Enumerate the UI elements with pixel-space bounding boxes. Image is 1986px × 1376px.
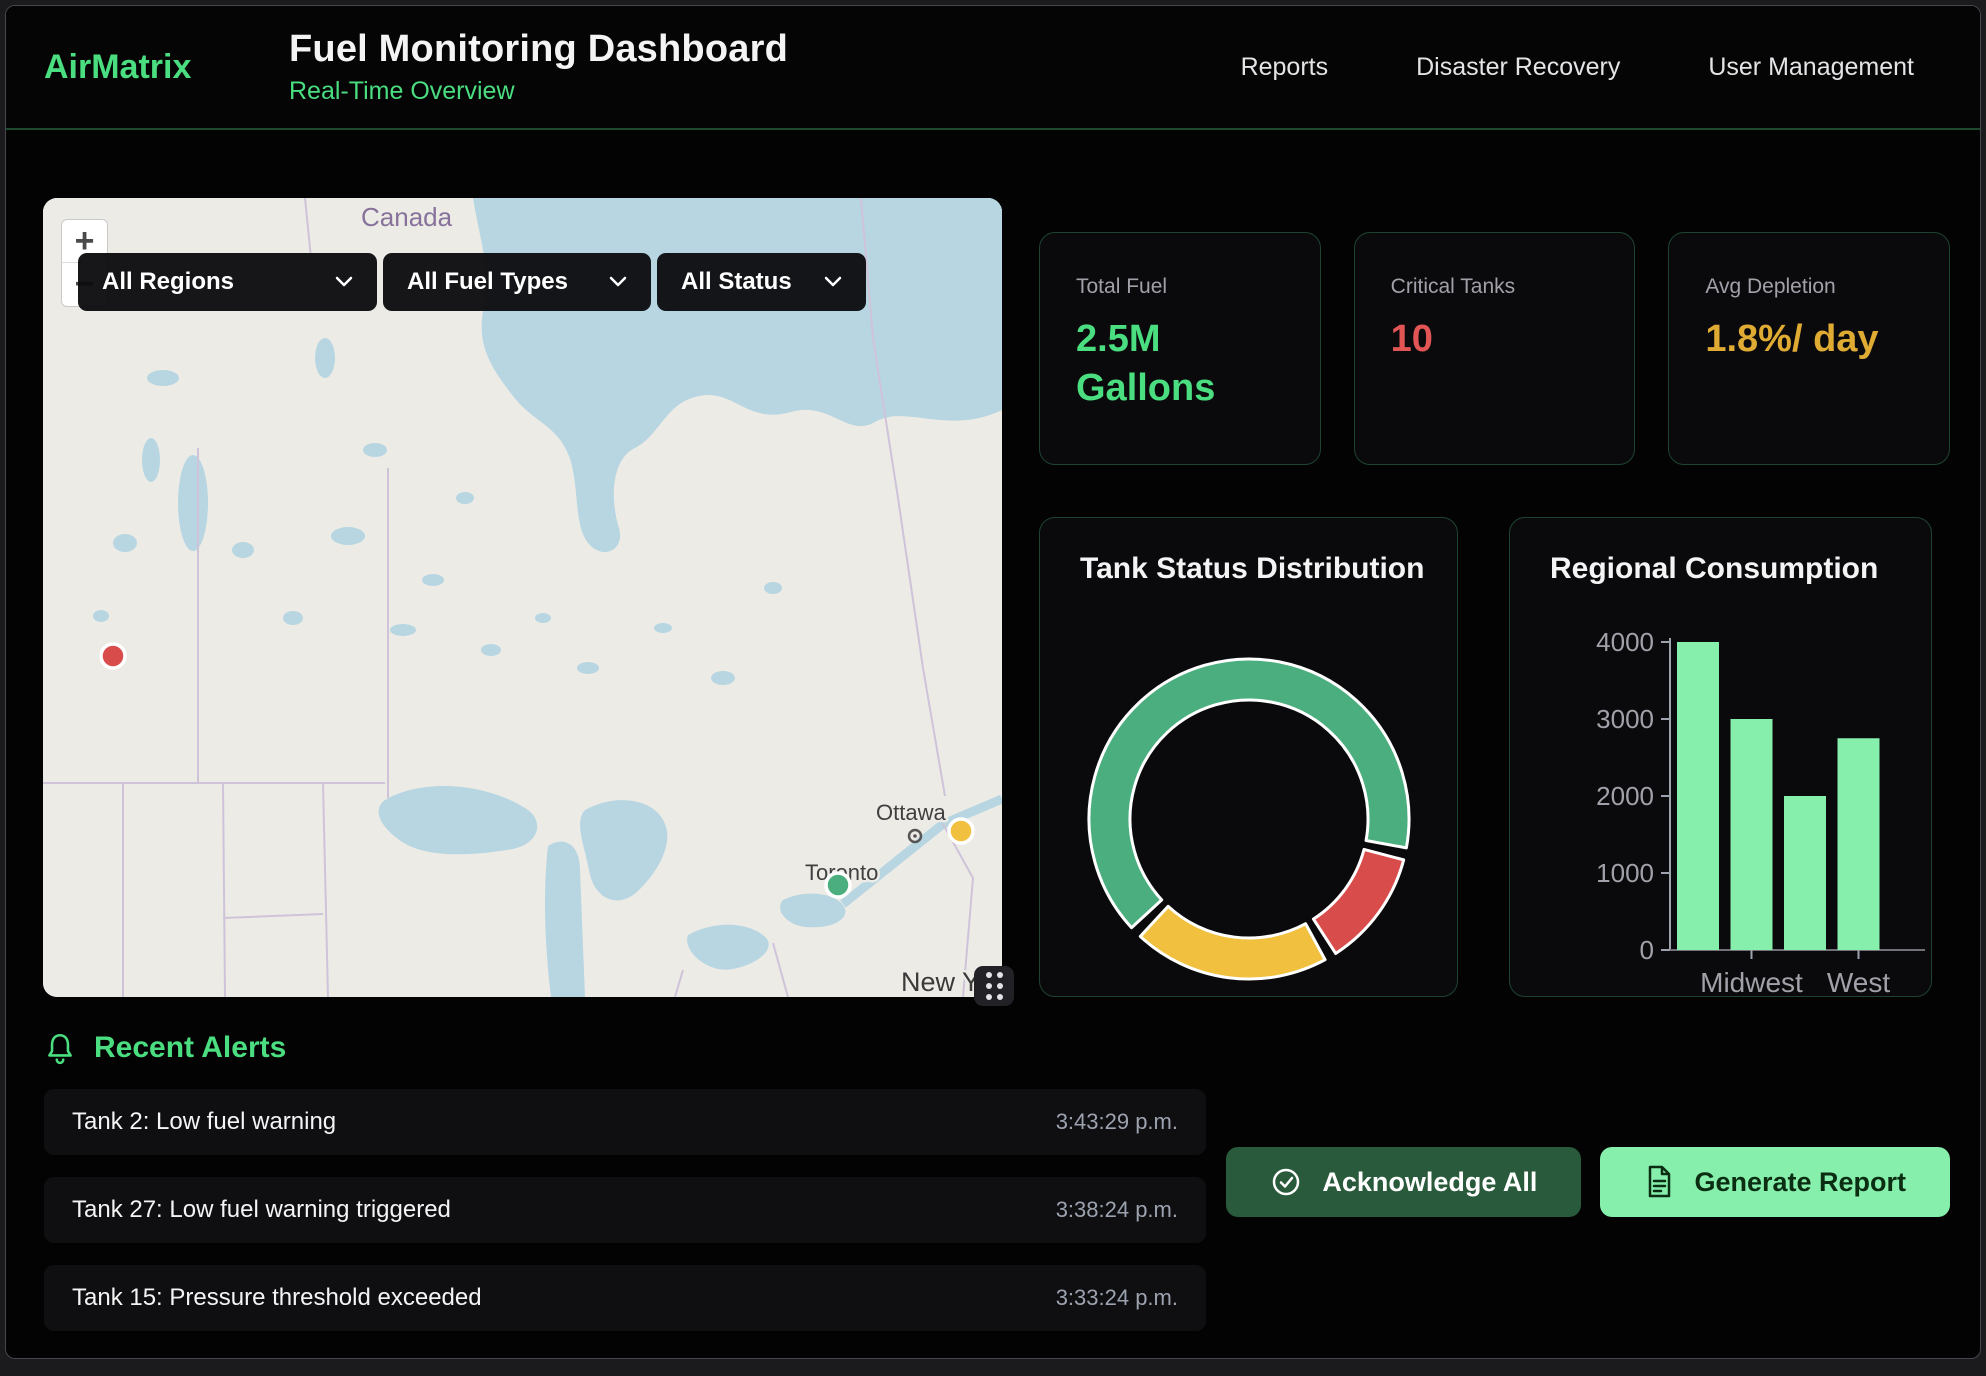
filter-fuel-types-value: All Fuel Types (407, 268, 568, 296)
x-tick-label: Midwest (1700, 967, 1803, 996)
stat-label: Critical Tanks (1391, 275, 1599, 299)
chart-title: Tank Status Distribution (1080, 552, 1457, 586)
y-tick-label: 4000 (1596, 627, 1654, 657)
chevron-down-icon (609, 276, 627, 288)
map-panel: Canada Ottawa Toronto New York + − All R… (43, 198, 1002, 997)
alert-actions: Acknowledge All Generate Report (1226, 1147, 1950, 1217)
right-column: Total Fuel 2.5M Gallons Critical Tanks 1… (1039, 198, 1950, 997)
main-content: Canada Ottawa Toronto New York + − All R… (6, 130, 1980, 997)
header: AirMatrix Fuel Monitoring Dashboard Real… (6, 6, 1980, 130)
alerts-section: Recent Alerts Tank 2: Low fuel warning 3… (6, 997, 1980, 1331)
donut-segment-critical (1313, 849, 1403, 953)
alert-row[interactable]: Tank 2: Low fuel warning 3:43:29 p.m. (44, 1089, 1206, 1155)
stat-card-avg-depletion: Avg Depletion 1.8%/ day (1668, 232, 1950, 465)
map-basemap: Canada Ottawa Toronto New York (43, 198, 1002, 997)
alert-list: Tank 2: Low fuel warning 3:43:29 p.m. Ta… (44, 1089, 1206, 1331)
y-tick-label: 0 (1640, 935, 1654, 965)
stat-value: 1.8%/ day (1705, 315, 1913, 364)
alerts-heading: Recent Alerts (44, 1031, 1950, 1065)
charts-row: Tank Status Distribution Regional Consum… (1039, 517, 1950, 997)
stat-label: Total Fuel (1076, 275, 1284, 299)
alert-message: Tank 27: Low fuel warning triggered (72, 1196, 451, 1224)
nav-disaster-recovery[interactable]: Disaster Recovery (1416, 53, 1620, 82)
dashboard-window: AirMatrix Fuel Monitoring Dashboard Real… (5, 5, 1981, 1359)
alert-row[interactable]: Tank 15: Pressure threshold exceeded 3:3… (44, 1265, 1206, 1331)
x-tick-label: West (1827, 967, 1890, 996)
check-circle-icon (1270, 1166, 1302, 1198)
filter-status-value: All Status (681, 268, 792, 296)
acknowledge-all-label: Acknowledge All (1322, 1167, 1537, 1198)
tank-marker-critical[interactable] (101, 644, 125, 668)
bar-region-hidden-0 (1677, 642, 1719, 950)
alert-message: Tank 2: Low fuel warning (72, 1108, 336, 1136)
alert-timestamp: 3:43:29 p.m. (1056, 1109, 1178, 1135)
page-title: Fuel Monitoring Dashboard (289, 28, 788, 71)
nav-user-management[interactable]: User Management (1708, 53, 1914, 82)
alert-timestamp: 3:33:24 p.m. (1056, 1285, 1178, 1311)
brand-logo: AirMatrix (44, 48, 226, 87)
nav-reports[interactable]: Reports (1241, 53, 1329, 82)
tank-marker-normal[interactable] (826, 873, 850, 897)
stat-value: 2.5M Gallons (1076, 315, 1284, 414)
y-tick-label: 3000 (1596, 704, 1654, 734)
bar-region-hidden-2 (1784, 796, 1826, 950)
map-resize-handle[interactable] (974, 966, 1014, 1006)
page-subtitle: Real-Time Overview (289, 77, 788, 106)
bar-region-Midwest (1731, 719, 1773, 950)
alert-timestamp: 3:38:24 p.m. (1056, 1197, 1178, 1223)
stats-row: Total Fuel 2.5M Gallons Critical Tanks 1… (1039, 232, 1950, 465)
donut-segment-warning (1140, 906, 1325, 979)
stat-label: Avg Depletion (1705, 275, 1913, 299)
alert-message: Tank 15: Pressure threshold exceeded (72, 1284, 482, 1312)
filter-regions-dropdown[interactable]: All Regions (78, 253, 377, 311)
stat-card-critical-tanks: Critical Tanks 10 (1354, 232, 1636, 465)
generate-report-label: Generate Report (1694, 1167, 1906, 1198)
map-canvas[interactable]: Canada Ottawa Toronto New York (43, 198, 1002, 997)
main-nav: Reports Disaster Recovery User Managemen… (1241, 53, 1942, 82)
donut-chart (1079, 649, 1419, 989)
chevron-down-icon (335, 276, 353, 288)
filter-regions-value: All Regions (102, 268, 234, 296)
chevron-down-icon (824, 276, 842, 288)
tank-marker-warning[interactable] (949, 819, 973, 843)
title-block: Fuel Monitoring Dashboard Real-Time Over… (289, 28, 788, 106)
stat-value: 10 (1391, 315, 1599, 364)
filter-status-dropdown[interactable]: All Status (657, 253, 866, 311)
map-label-canada: Canada (361, 202, 453, 232)
map-filters: All Regions All Fuel Types All Status (78, 253, 866, 311)
bar-region-West (1838, 738, 1880, 950)
bar-chart: 0 1000 2000 3000 4000 Midwest West (1510, 518, 1932, 996)
stat-card-total-fuel: Total Fuel 2.5M Gallons (1039, 232, 1321, 465)
y-tick-label: 2000 (1596, 781, 1654, 811)
tank-status-chart-card: Tank Status Distribution (1039, 517, 1458, 997)
alert-row[interactable]: Tank 27: Low fuel warning triggered 3:38… (44, 1177, 1206, 1243)
y-tick-label: 1000 (1596, 858, 1654, 888)
map-label-ottawa: Ottawa (876, 800, 946, 825)
filter-fuel-types-dropdown[interactable]: All Fuel Types (383, 253, 651, 311)
regional-consumption-chart-card: Regional Consumption 01000200030004000Mi… (1509, 517, 1932, 997)
generate-report-button[interactable]: Generate Report (1600, 1147, 1950, 1217)
acknowledge-all-button[interactable]: Acknowledge All (1226, 1147, 1581, 1217)
report-document-icon (1644, 1165, 1674, 1199)
bell-icon (44, 1031, 76, 1065)
alerts-heading-text: Recent Alerts (94, 1031, 286, 1065)
